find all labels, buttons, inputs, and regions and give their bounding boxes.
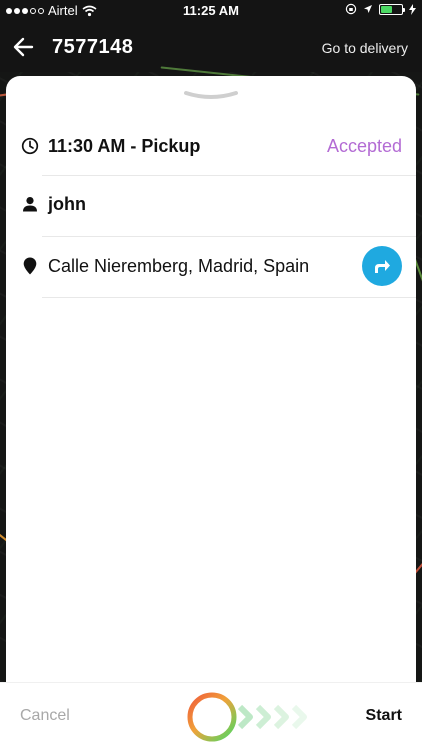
pickup-row: 11:30 AM - Pickup Accepted (20, 124, 402, 168)
divider (42, 236, 416, 237)
pickup-time: 11:30 AM - Pickup (48, 135, 201, 156)
pickup-address: Calle Nieremberg, Madrid, Spain (48, 255, 310, 276)
status-badge: Accepted (326, 135, 402, 156)
go-to-delivery-link[interactable]: Go to delivery (322, 40, 408, 56)
swipe-to-start-slider[interactable] (186, 691, 326, 743)
order-detail-card: 11:30 AM - Pickup Accepted john Calle Ni… (6, 76, 416, 682)
nav-bar: 7577148 Go to delivery (0, 22, 422, 72)
customer-name: john (48, 193, 86, 214)
person-icon (20, 194, 40, 214)
location-pin-icon (20, 256, 40, 276)
status-bar: Airtel 11:25 AM (0, 0, 422, 22)
bottom-action-bar: Cancel Start (0, 682, 422, 750)
clock-icon (20, 136, 40, 156)
customer-row: john (20, 184, 402, 224)
directions-button[interactable] (362, 246, 402, 286)
cancel-button[interactable]: Cancel (20, 707, 70, 725)
location-arrow-icon (364, 5, 372, 13)
charging-bolt-icon (409, 3, 416, 15)
drag-handle-icon[interactable] (184, 90, 238, 102)
start-button[interactable]: Start (366, 707, 402, 725)
order-number: 7577148 (52, 36, 134, 58)
divider (42, 175, 416, 176)
arrow-left-icon[interactable] (12, 36, 34, 58)
address-row: Calle Nieremberg, Madrid, Spain (20, 244, 402, 288)
battery-icon (379, 3, 405, 15)
turn-right-arrow-icon (375, 260, 390, 273)
rotation-lock-icon (345, 3, 357, 15)
divider (42, 297, 416, 298)
status-right (345, 3, 416, 15)
